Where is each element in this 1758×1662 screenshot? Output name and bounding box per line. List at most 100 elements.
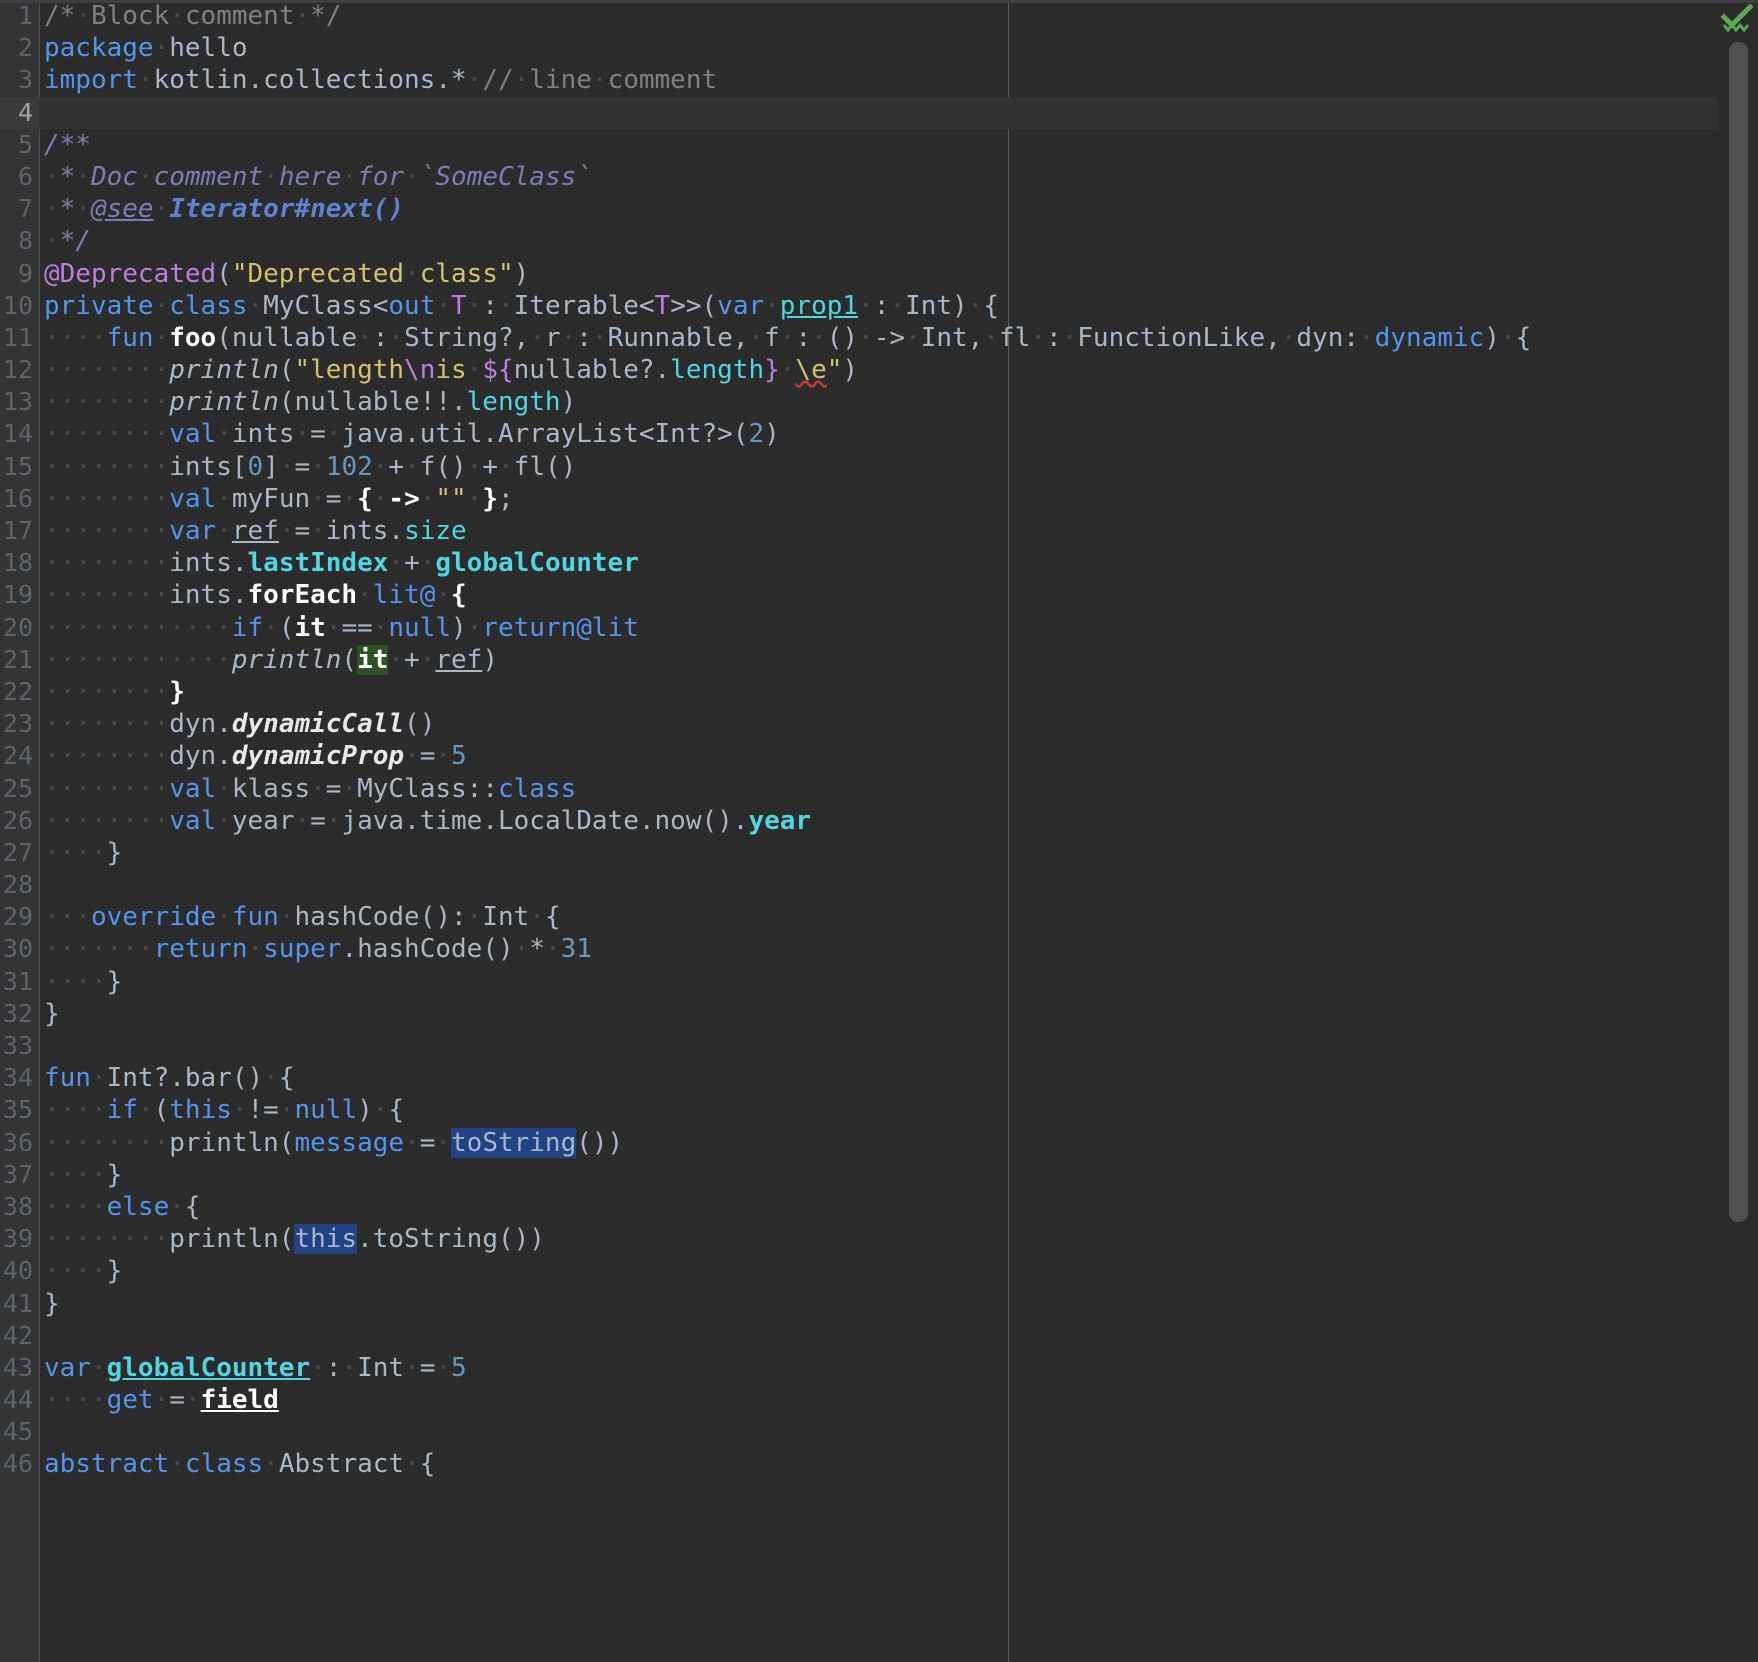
code-line[interactable]: 32} [0, 997, 1718, 1030]
identifier-under-caret[interactable]: it [357, 644, 389, 675]
code-line[interactable]: 28 [0, 869, 1718, 902]
code-editor[interactable]: 1 /*·Block·comment·*/ 2 package·hello 3 imp… [0, 0, 1758, 1662]
line-text[interactable]: ········println(nullable!!.length) [44, 386, 576, 418]
line-text[interactable]: ········println("length\nis·${nullable?.… [44, 354, 858, 386]
code-line[interactable]: 11 ····fun·foo(nullable·:·String?,·r·:·Ru… [0, 321, 1718, 355]
code-line[interactable]: 21 ············println(it·+·ref) [0, 643, 1718, 676]
code-line[interactable]: 36 ········println(message·=·toString()) [0, 1126, 1718, 1159]
code-line[interactable]: 16 ········val·myFun·=·{·->·""·}; [0, 482, 1718, 515]
code-line[interactable]: 22 ········} [0, 675, 1718, 709]
code-line[interactable]: 23 ········dyn.dynamicCall() [0, 708, 1718, 741]
selected-occurrence[interactable]: toString [451, 1127, 577, 1158]
code-line[interactable]: 8 ·*/ [0, 225, 1718, 258]
code-line[interactable]: 30 ·······return·super.hashCode()·*·31 [0, 933, 1718, 966]
line-text[interactable]: } [44, 1288, 60, 1320]
line-number: 19 [2, 580, 33, 610]
code-line[interactable]: 25 ········val·klass·=·MyClass::class [0, 772, 1718, 805]
code-line[interactable]: 46 abstract·class·Abstract·{ [0, 1448, 1718, 1481]
code-line[interactable]: 26 ········val·year·=·java.time.LocalDate… [0, 804, 1718, 837]
line-text[interactable]: ·······return·super.hashCode()·*·31 [44, 933, 592, 965]
line-number: 4 [17, 97, 33, 127]
line-text[interactable]: ···override·fun·hashCode():·Int·{ [44, 901, 561, 933]
line-text[interactable]: ·*·Doc·comment·here·for·`SomeClass` [44, 161, 592, 193]
line-text[interactable]: ········var·ref·=·ints.size [44, 515, 467, 547]
line-text[interactable]: ········} [44, 676, 185, 708]
code-line[interactable]: 45 [0, 1416, 1718, 1449]
vertical-scrollbar-thumb[interactable] [1729, 42, 1748, 1222]
code-line[interactable]: 5 /** [0, 128, 1718, 161]
code-line[interactable]: 1 /*·Block·comment·*/ [0, 0, 1718, 33]
code-line[interactable]: 7 ·*·@see·Iterator#next() [0, 193, 1718, 226]
code-line[interactable]: 6 ·*·Doc·comment·here·for·`SomeClass` [0, 160, 1718, 194]
code-content[interactable]: 1 /*·Block·comment·*/ 2 package·hello 3 imp… [0, 0, 1718, 1662]
code-line[interactable]: 33 [0, 1030, 1718, 1063]
code-line[interactable]: 34 fun·Int?.bar()·{ [0, 1062, 1718, 1095]
line-text[interactable]: ········ints.forEach·lit@·{ [44, 579, 467, 611]
line-text[interactable]: var·globalCounter·:·Int·=·5 [44, 1352, 467, 1384]
code-line-current[interactable]: 4 [0, 96, 1718, 129]
line-number: 24 [2, 741, 33, 771]
line-text[interactable]: ····} [44, 1255, 122, 1287]
code-line[interactable]: 12 ········println("length\nis·${nullable… [0, 354, 1718, 387]
line-text[interactable]: ········println(message·=·toString()) [44, 1127, 623, 1159]
line-number: 13 [2, 387, 33, 417]
line-text[interactable]: abstract·class·Abstract·{ [44, 1448, 435, 1480]
code-line[interactable]: 19 ········ints.forEach·lit@·{ [0, 579, 1718, 612]
line-text[interactable]: ········val·year·=·java.time.LocalDate.n… [44, 805, 811, 837]
code-line[interactable]: 14 ········val·ints·=·java.util.ArrayList… [0, 418, 1718, 451]
code-line[interactable]: 9 @Deprecated("Deprecated·class") [0, 257, 1718, 290]
inspection-ok-checkmark-icon[interactable] [1720, 3, 1754, 38]
line-text[interactable]: import·kotlin.collections.*·//·line·comm… [44, 64, 717, 96]
code-line[interactable]: 38 ····else·{ [0, 1190, 1718, 1224]
line-text[interactable]: ············if·(it·==·null)·return@lit [44, 612, 639, 644]
code-line[interactable]: 31 ····} [0, 965, 1718, 998]
line-text[interactable]: ····} [44, 966, 122, 998]
line-text[interactable]: } [44, 998, 60, 1030]
line-text[interactable]: /*·Block·comment·*/ [44, 0, 341, 32]
code-line[interactable]: 2 package·hello [0, 32, 1718, 65]
code-line[interactable]: 18 ········ints.lastIndex·+·globalCounter [0, 547, 1718, 580]
code-line[interactable]: 20 ············if·(it·==·null)·return@lit [0, 611, 1718, 644]
line-text[interactable]: package·hello [44, 32, 248, 64]
line-text[interactable]: ········val·myFun·=·{·->·""·}; [44, 483, 514, 515]
code-line[interactable]: 24 ········dyn.dynamicProp·=·5 [0, 740, 1718, 773]
line-text[interactable]: ·*/ [44, 225, 91, 257]
line-text[interactable]: ····else·{ [44, 1191, 201, 1223]
selected-occurrence[interactable]: this [294, 1224, 358, 1255]
line-text[interactable]: ····} [44, 837, 122, 869]
line-number: 23 [2, 709, 33, 739]
line-text[interactable]: ····fun·foo(nullable·:·String?,·r·:·Runn… [44, 322, 1531, 354]
line-text[interactable]: @Deprecated("Deprecated·class") [44, 258, 529, 290]
code-line[interactable]: 17 ········var·ref·=·ints.size [0, 515, 1718, 548]
code-line[interactable]: 3 import·kotlin.collections.*·//·line·com… [0, 64, 1718, 97]
line-text[interactable]: ········println(this.toString()) [44, 1223, 545, 1255]
code-line[interactable]: 40 ····} [0, 1255, 1718, 1288]
line-text[interactable]: ····} [44, 1159, 122, 1191]
line-text[interactable]: /** [44, 129, 91, 161]
line-text[interactable]: fun·Int?.bar()·{ [44, 1062, 294, 1094]
line-text[interactable]: ········ints[0]·=·102·+·f()·+·fl() [44, 451, 576, 483]
line-text[interactable]: private·class·MyClass<out·T·:·Iterable<T… [44, 290, 999, 322]
code-line[interactable]: 43 var·globalCounter·:·Int·=·5 [0, 1351, 1718, 1385]
line-text[interactable]: ········ints.lastIndex·+·globalCounter [44, 547, 639, 579]
line-text[interactable]: ········val·klass·=·MyClass::class [44, 773, 576, 805]
line-text[interactable]: ····get·=·field [44, 1384, 279, 1416]
line-text[interactable]: ········val·ints·=·java.util.ArrayList<I… [44, 418, 780, 450]
code-line[interactable]: 10 private·class·MyClass<out·T·:·Iterable… [0, 289, 1718, 322]
code-line[interactable]: 42 [0, 1319, 1718, 1352]
code-line[interactable]: 35 ····if·(this·!=·null)·{ [0, 1094, 1718, 1127]
code-line[interactable]: 15 ········ints[0]·=·102·+·f()·+·fl() [0, 450, 1718, 483]
line-number: 26 [2, 805, 33, 835]
code-line[interactable]: 44 ····get·=·field [0, 1384, 1718, 1417]
code-line[interactable]: 27 ····} [0, 836, 1718, 870]
line-text[interactable]: ·*·@see·Iterator#next() [44, 193, 404, 225]
code-line[interactable]: 29 ···override·fun·hashCode():·Int·{ [0, 901, 1718, 934]
line-text[interactable]: ········dyn.dynamicProp·=·5 [44, 740, 467, 772]
code-line[interactable]: 13 ········println(nullable!!.length) [0, 386, 1718, 419]
code-line[interactable]: 41} [0, 1287, 1718, 1320]
line-text[interactable]: ····if·(this·!=·null)·{ [44, 1094, 404, 1126]
code-line[interactable]: 39 ········println(this.toString()) [0, 1223, 1718, 1256]
line-text[interactable]: ········dyn.dynamicCall() [44, 708, 435, 740]
line-text[interactable]: ············println(it·+·ref) [44, 644, 498, 676]
code-line[interactable]: 37 ····} [0, 1158, 1718, 1191]
